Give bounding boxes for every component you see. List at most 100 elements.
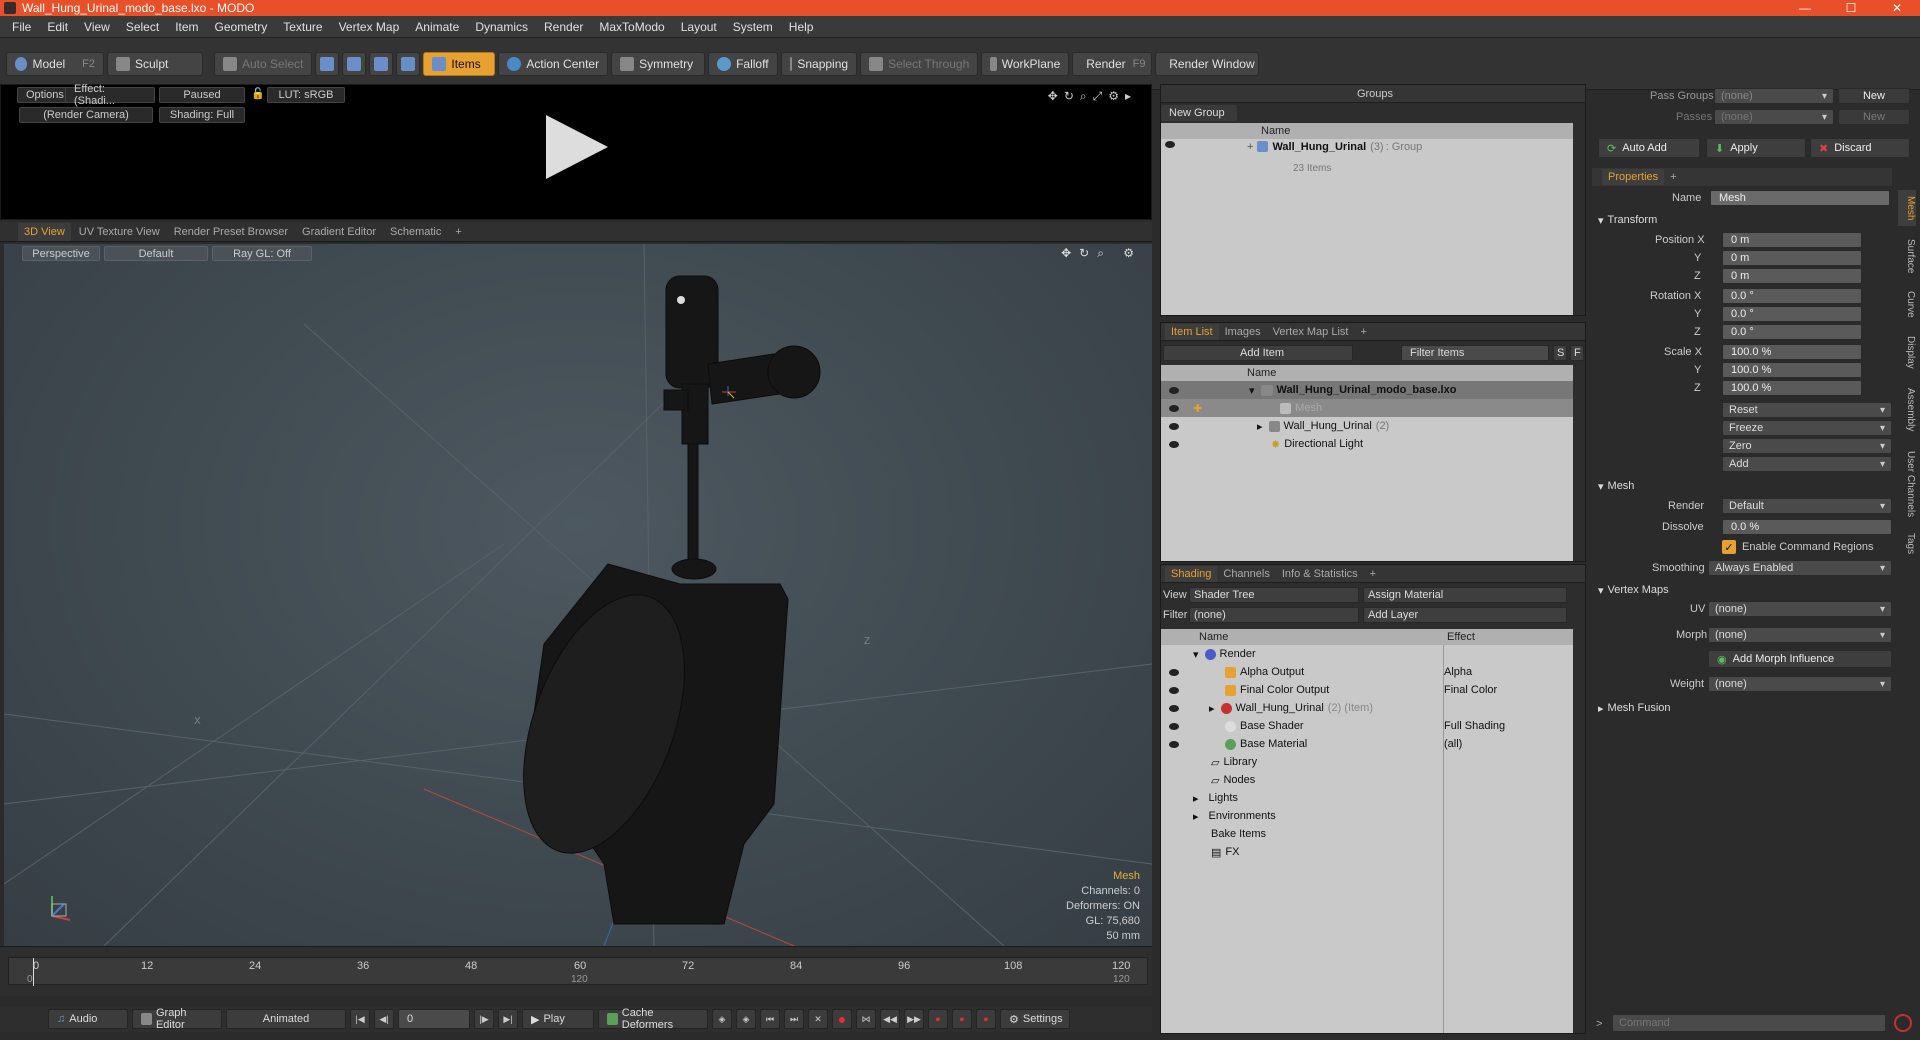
tab-schematic[interactable]: Schematic [384, 223, 447, 241]
reset-dropdown[interactable]: Reset [1722, 402, 1892, 418]
delete-key-icon[interactable]: ● [976, 1009, 996, 1029]
position-y-input[interactable]: 0 m [1722, 250, 1862, 266]
materials-mode-button[interactable] [396, 52, 421, 76]
render-window-button[interactable]: Render Window [1155, 52, 1260, 76]
tab-uv-texture-view[interactable]: UV Texture View [73, 223, 166, 241]
tab-3d-view[interactable]: 3D View [18, 222, 71, 241]
side-tab-assembly[interactable]: Assembly [1898, 382, 1916, 438]
visibility-icon[interactable] [1169, 668, 1179, 676]
key-icon[interactable]: ◈ [712, 1009, 732, 1029]
model-button[interactable]: Model F2 [6, 52, 104, 76]
menu-render[interactable]: Render [536, 20, 591, 34]
item-list[interactable]: Name ▾ Wall_Hung_Urinal_modo_base.lxo ✚ … [1161, 365, 1573, 561]
list-item[interactable]: ▸ Wall_Hung_Urinal (2) [1161, 417, 1573, 435]
zero-dropdown[interactable]: Zero [1722, 438, 1892, 454]
set-key-icon[interactable]: ● [928, 1009, 948, 1029]
expand-icon[interactable]: ▸ [1257, 420, 1263, 433]
dissolve-input[interactable]: 0.0 % [1722, 519, 1892, 535]
polygons-mode-button[interactable] [369, 52, 394, 76]
preview-nav-icons[interactable]: ✥↻⌕⤢⚙▸ [1048, 89, 1137, 104]
collapse-icon[interactable]: ▾ [1249, 384, 1255, 397]
tab-channels[interactable]: Channels [1217, 566, 1275, 582]
auto-select-button[interactable]: Auto Select [214, 52, 313, 76]
prev-frame-icon[interactable]: ◀◀ [880, 1009, 900, 1029]
side-tab-mesh[interactable]: Mesh [1898, 190, 1916, 226]
visibility-icon[interactable] [1169, 422, 1179, 430]
record-macro-icon[interactable] [1894, 1014, 1912, 1032]
shader-row-base-material[interactable]: Base Material (all) [1161, 735, 1573, 753]
shader-row-alpha-output[interactable]: Alpha Output Alpha [1161, 663, 1573, 681]
play-icon[interactable] [546, 115, 608, 179]
side-tab-curve[interactable]: Curve [1898, 286, 1916, 322]
shader-row-environments[interactable]: ▸ Environments [1161, 807, 1573, 825]
shader-row-fx[interactable]: ▤ FX [1161, 843, 1573, 861]
visibility-icon[interactable] [1169, 404, 1179, 412]
shader-row-render[interactable]: ▾ Render [1161, 645, 1573, 663]
freeze-dropdown[interactable]: Freeze [1722, 420, 1892, 436]
audio-button[interactable]: ♫ Audio [48, 1009, 128, 1029]
scale-z-input[interactable]: 100.0 % [1722, 380, 1862, 396]
menu-texture[interactable]: Texture [275, 20, 330, 34]
auto-key-icon[interactable]: ◈ [736, 1009, 756, 1029]
select-through-button[interactable]: Select Through [860, 52, 979, 76]
rotation-x-input[interactable]: 0.0 ° [1722, 288, 1862, 304]
mesh-fusion-section[interactable]: ▸ Mesh Fusion [1598, 700, 1894, 716]
filter-f-button[interactable]: F [1570, 345, 1584, 361]
shader-row-base-shader[interactable]: Base Shader Full Shading [1161, 717, 1573, 735]
vertices-mode-button[interactable] [315, 52, 340, 76]
sculpt-button[interactable]: Sculpt [107, 52, 203, 76]
discard-button[interactable]: ✖ Discard [1810, 138, 1910, 158]
next-frame-icon[interactable]: ▶▶ [904, 1009, 924, 1029]
close-icon[interactable]: ✕ [1874, 1, 1920, 15]
workplane-button[interactable]: WorkPlane [981, 52, 1070, 76]
filter-s-button[interactable]: S [1553, 345, 1567, 361]
side-tab-surface[interactable]: Surface [1898, 234, 1916, 278]
action-center-button[interactable]: Action Center [498, 52, 609, 76]
smoothing-dropdown[interactable]: Always Enabled [1708, 560, 1892, 576]
preview-paused-button[interactable]: Paused [159, 87, 245, 103]
items-mode-button[interactable]: Items [423, 52, 496, 76]
passes-dropdown[interactable]: (none) [1714, 109, 1834, 125]
preview-lut-dropdown[interactable]: LUT: sRGB [267, 87, 345, 103]
collapse-icon[interactable]: ▾ [1193, 648, 1199, 661]
morph-dropdown[interactable]: (none) [1708, 627, 1892, 643]
preview-shading-dropdown[interactable]: Shading: Full [159, 107, 245, 123]
shader-row-final-color[interactable]: Final Color Output Final Color [1161, 681, 1573, 699]
expand-icon[interactable]: ▸ [1193, 810, 1199, 823]
add-layer-dropdown[interactable]: Add Layer [1363, 607, 1567, 623]
rotation-y-input[interactable]: 0.0 ° [1722, 306, 1862, 322]
render-button[interactable]: Render F9 [1072, 52, 1153, 76]
tab-shading[interactable]: Shading [1165, 565, 1218, 582]
weight-dropdown[interactable]: (none) [1708, 676, 1892, 692]
scale-y-input[interactable]: 100.0 % [1722, 362, 1862, 378]
menu-file[interactable]: File [4, 20, 39, 34]
menu-view[interactable]: View [76, 20, 118, 34]
visibility-icon[interactable] [1169, 740, 1179, 748]
expand-icon[interactable]: ▸ [1193, 792, 1199, 805]
shader-tree[interactable]: Name Effect ▾ Render Alpha Output Alpha … [1161, 629, 1573, 1033]
command-input[interactable] [1612, 1014, 1886, 1032]
graph-editor-button[interactable]: Graph Editor [132, 1007, 222, 1031]
visibility-icon[interactable] [1169, 722, 1179, 730]
add-tab-button[interactable]: + [1664, 169, 1682, 185]
menu-edit[interactable]: Edit [39, 20, 76, 34]
playhead[interactable] [33, 958, 34, 986]
groups-list[interactable]: Name + Wall_Hung_Urinal (3) : Group 23 I… [1161, 123, 1573, 315]
timeline-track[interactable]: 0 12 24 36 48 60 72 84 96 108 120 0 120 … [8, 957, 1148, 986]
side-tab-display[interactable]: Display [1898, 330, 1916, 374]
key-next-icon[interactable]: ⏭ [784, 1009, 804, 1029]
menu-dynamics[interactable]: Dynamics [467, 20, 536, 34]
new-group-button[interactable]: New Group [1161, 105, 1237, 121]
symmetry-button[interactable]: Symmetry [611, 52, 706, 76]
visibility-icon[interactable] [1169, 704, 1179, 712]
rotation-z-input[interactable]: 0.0 ° [1722, 324, 1862, 340]
transform-section[interactable]: ▾ Transform [1598, 212, 1894, 228]
tab-properties[interactable]: Properties [1602, 169, 1665, 185]
auto-add-button[interactable]: ⟳ Auto Add [1598, 138, 1700, 158]
side-tab-user-channels[interactable]: User Channels [1898, 444, 1916, 524]
pass-groups-dropdown[interactable]: (none) [1714, 88, 1834, 104]
menu-help[interactable]: Help [781, 20, 822, 34]
add-morph-influence-button[interactable]: ◉ Add Morph Influence [1708, 650, 1892, 668]
go-end-icon[interactable]: ▶| [498, 1009, 518, 1029]
preview-camera-dropdown[interactable]: (Render Camera) [19, 107, 153, 123]
